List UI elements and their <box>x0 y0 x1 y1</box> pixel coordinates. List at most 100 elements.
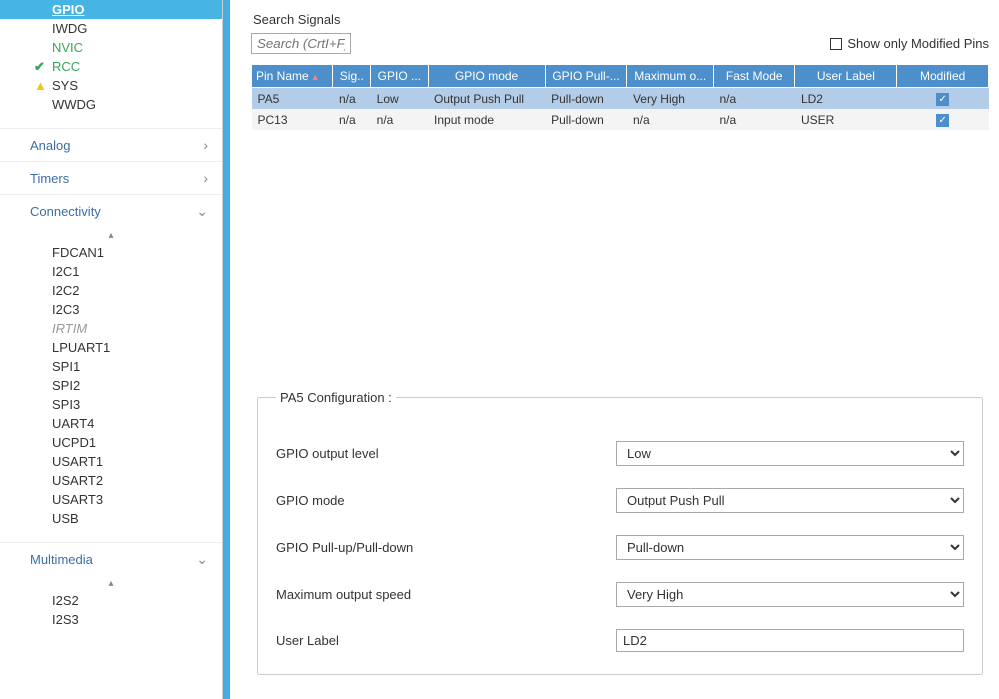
sidebar-item-i2c1[interactable]: I2C1 <box>0 262 222 281</box>
label-pull: GPIO Pull-up/Pull-down <box>276 540 616 555</box>
sidebar-item-i2s2[interactable]: I2S2 <box>0 591 222 610</box>
sidebar-item-wwdg[interactable]: WWDG <box>0 95 222 114</box>
sidebar-item-i2c2[interactable]: I2C2 <box>0 281 222 300</box>
category-connectivity[interactable]: Connectivity ⌄ <box>0 194 222 228</box>
category-multimedia[interactable]: Multimedia ⌄ <box>0 542 222 576</box>
label-gpio-mode: GPIO mode <box>276 493 616 508</box>
chevron-down-icon: ⌄ <box>196 203 208 220</box>
cell-label: USER <box>795 109 897 130</box>
cell-pin: PA5 <box>252 88 333 110</box>
sidebar-item-label: SPI2 <box>52 378 80 393</box>
sidebar-item-usart2[interactable]: USART2 <box>0 471 222 490</box>
sidebar-item-label: FDCAN1 <box>52 245 104 260</box>
content-area: Search Signals Show only Modified Pins P… <box>237 0 999 699</box>
sidebar-item-label: I2S3 <box>52 612 79 627</box>
sidebar-item-uart4[interactable]: UART4 <box>0 414 222 433</box>
sidebar-item-label: USART2 <box>52 473 103 488</box>
warning-icon: ▲ <box>34 78 47 93</box>
chevron-right-icon: › <box>203 137 208 153</box>
sidebar-item-irtim[interactable]: IRTIM <box>0 319 222 338</box>
chevron-down-icon: ⌄ <box>196 551 208 568</box>
col-max-speed[interactable]: Maximum o... <box>627 65 714 88</box>
category-label: Connectivity <box>30 204 101 219</box>
sidebar-item-label: WWDG <box>52 97 96 112</box>
sidebar-item-fdcan1[interactable]: FDCAN1 <box>0 243 222 262</box>
sidebar-item-label: UCPD1 <box>52 435 96 450</box>
select-output-level[interactable]: Low <box>616 441 964 466</box>
cell-fast: n/a <box>714 109 795 130</box>
sidebar-item-label: SPI1 <box>52 359 80 374</box>
scroll-up-handle[interactable]: ▴ <box>0 228 222 243</box>
sidebar-item-spi1[interactable]: SPI1 <box>0 357 222 376</box>
scroll-up-handle[interactable]: ▴ <box>0 576 222 591</box>
sidebar-item-label: I2C1 <box>52 264 79 279</box>
col-gpio-mode[interactable]: GPIO mode <box>428 65 545 88</box>
category-label: Multimedia <box>30 552 93 567</box>
col-modified[interactable]: Modified <box>897 65 989 88</box>
sidebar-item-label: LPUART1 <box>52 340 110 355</box>
show-only-modified-checkbox[interactable]: Show only Modified Pins <box>830 36 989 51</box>
sidebar-item-i2s3[interactable]: I2S3 <box>0 610 222 629</box>
checked-icon: ✓ <box>936 114 949 127</box>
sidebar-item-rcc[interactable]: ✔ RCC <box>0 57 222 76</box>
sidebar-item-lpuart1[interactable]: LPUART1 <box>0 338 222 357</box>
sidebar-item-label: I2S2 <box>52 593 79 608</box>
category-label: Analog <box>30 138 70 153</box>
cell-mode: Output Push Pull <box>428 88 545 110</box>
col-fast-mode[interactable]: Fast Mode <box>714 65 795 88</box>
sidebar-item-ucpd1[interactable]: UCPD1 <box>0 433 222 452</box>
label-output-level: GPIO output level <box>276 446 616 461</box>
cell-level: Low <box>371 88 428 110</box>
col-user-label[interactable]: User Label <box>795 65 897 88</box>
sidebar-item-label: SYS <box>52 78 78 93</box>
sidebar-item-label: USB <box>52 511 79 526</box>
sidebar-item-label: RCC <box>52 59 80 74</box>
select-speed[interactable]: Very High <box>616 582 964 607</box>
sidebar-item-iwdg[interactable]: IWDG <box>0 19 222 38</box>
sidebar-item-spi2[interactable]: SPI2 <box>0 376 222 395</box>
sidebar-item-i2c3[interactable]: I2C3 <box>0 300 222 319</box>
table-row[interactable]: PC13 n/a n/a Input mode Pull-down n/a n/… <box>252 109 989 130</box>
select-pull[interactable]: Pull-down <box>616 535 964 560</box>
sidebar-item-label: UART4 <box>52 416 94 431</box>
cell-modified[interactable]: ✓ <box>897 88 989 110</box>
sidebar-item-label: GPIO <box>52 2 85 17</box>
sidebar-item-label: IWDG <box>52 21 87 36</box>
sidebar-item-label: I2C2 <box>52 283 79 298</box>
sidebar-item-label: I2C3 <box>52 302 79 317</box>
sidebar-item-sys[interactable]: ▲ SYS <box>0 76 222 95</box>
sidebar-item-nvic[interactable]: NVIC <box>0 38 222 57</box>
check-icon: ✔ <box>34 59 45 75</box>
cell-speed: n/a <box>627 109 714 130</box>
cell-label: LD2 <box>795 88 897 110</box>
cell-fast: n/a <box>714 88 795 110</box>
scrollbar-handle[interactable] <box>223 0 230 699</box>
label-speed: Maximum output speed <box>276 587 616 602</box>
label-user-label: User Label <box>276 633 616 648</box>
cell-sig: n/a <box>333 109 371 130</box>
cell-pull: Pull-down <box>545 88 627 110</box>
sidebar-item-usart3[interactable]: USART3 <box>0 490 222 509</box>
input-user-label[interactable] <box>616 629 964 652</box>
checkbox-label: Show only Modified Pins <box>847 36 989 51</box>
cell-pin: PC13 <box>252 109 333 130</box>
category-timers[interactable]: Timers › <box>0 161 222 194</box>
col-signal[interactable]: Sig.. <box>333 65 371 88</box>
col-pin-name[interactable]: Pin Name▲ <box>252 65 333 88</box>
select-gpio-mode[interactable]: Output Push Pull <box>616 488 964 513</box>
sidebar-item-spi3[interactable]: SPI3 <box>0 395 222 414</box>
cell-modified[interactable]: ✓ <box>897 109 989 130</box>
search-signals-label: Search Signals <box>253 12 989 27</box>
col-gpio-pull[interactable]: GPIO Pull-... <box>545 65 627 88</box>
sidebar-item-gpio[interactable]: GPIO <box>0 0 222 19</box>
sidebar-item-usb[interactable]: USB <box>0 509 222 528</box>
col-gpio-level[interactable]: GPIO ... <box>371 65 428 88</box>
sidebar-item-label: SPI3 <box>52 397 80 412</box>
sidebar-item-label: USART1 <box>52 454 103 469</box>
sidebar-item-usart1[interactable]: USART1 <box>0 452 222 471</box>
category-analog[interactable]: Analog › <box>0 128 222 161</box>
sidebar: GPIO IWDG NVIC ✔ RCC ▲ SYS WWDG Analog ›… <box>0 0 223 699</box>
cell-mode: Input mode <box>428 109 545 130</box>
search-input[interactable] <box>251 33 351 54</box>
table-row[interactable]: PA5 n/a Low Output Push Pull Pull-down V… <box>252 88 989 110</box>
